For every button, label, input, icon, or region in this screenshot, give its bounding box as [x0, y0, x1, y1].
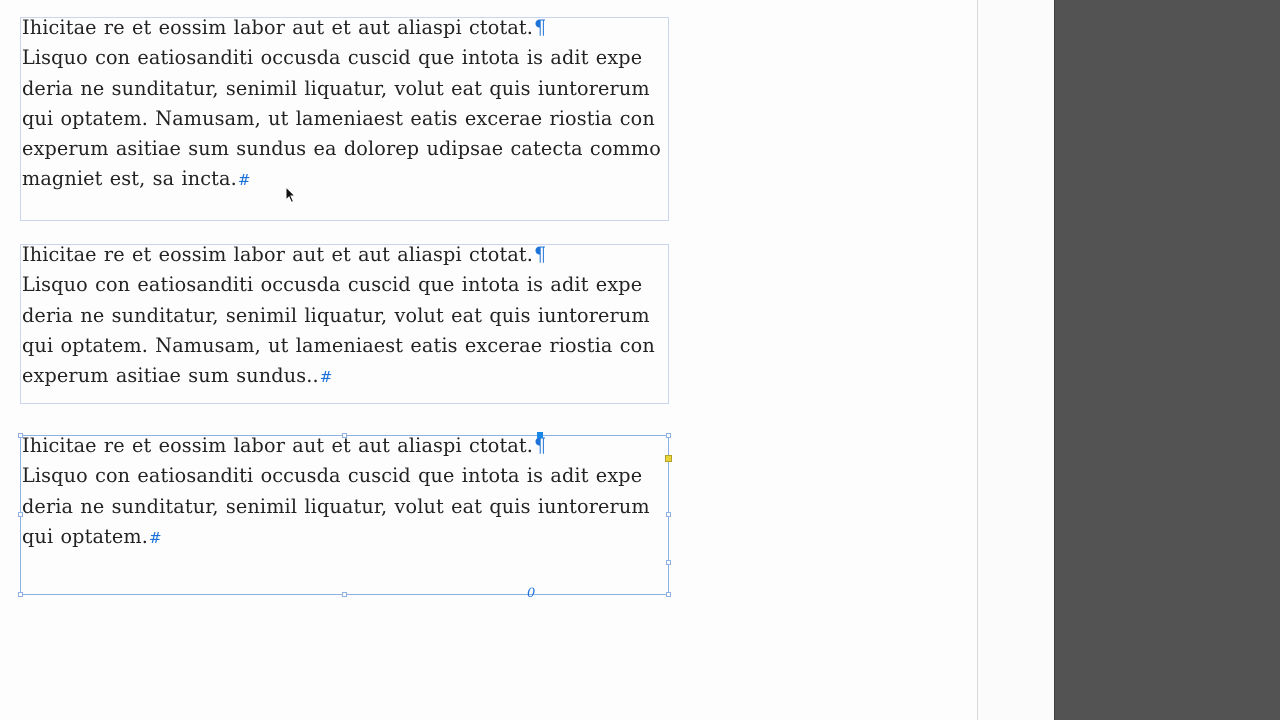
text-frame-1-content[interactable]: Ihicitae re et eossim labor aut et aut a…: [22, 13, 682, 195]
handle-bottom-left[interactable]: [18, 592, 23, 597]
text-line: deria ne sunditatur, senimil liquatur, v…: [22, 303, 650, 327]
overflow-indicator-icon[interactable]: 0: [527, 586, 535, 601]
handle-middle-right[interactable]: [666, 512, 671, 517]
end-of-story-icon: #: [237, 171, 251, 190]
text-line: deria ne sunditatur, senimil liquatur, v…: [22, 76, 650, 100]
text-line: experum asitiae sum sundus ea dolorep ud…: [22, 137, 661, 161]
text-frame-3-content[interactable]: Ihicitae re et eossim labor aut et aut a…: [22, 431, 682, 552]
handle-top-middle[interactable]: [342, 433, 347, 438]
pilcrow-icon: ¶: [534, 243, 547, 266]
text-line: qui optatem. Namusam, ut lameniaest eati…: [22, 333, 655, 357]
text-frame-2-content[interactable]: Ihicitae re et eossim labor aut et aut a…: [22, 240, 682, 391]
text-frame-1[interactable]: Ihicitae re et eossim labor aut et aut a…: [20, 16, 669, 221]
text-line: qui optatem.#: [22, 524, 162, 548]
text-line: magniet est, sa incta.#: [22, 167, 251, 191]
pasteboard[interactable]: [978, 0, 1054, 720]
content-grabber-handle[interactable]: [537, 432, 543, 438]
handle-bottom-right[interactable]: [666, 592, 671, 597]
pilcrow-icon: ¶: [534, 16, 547, 39]
handle-middle-left[interactable]: [18, 512, 23, 517]
text-line: Lisquo con eatiosanditi occusda cuscid q…: [22, 464, 643, 488]
text-line: Ihicitae re et eossim labor aut et aut a…: [22, 243, 547, 266]
text-line: Lisquo con eatiosanditi occusda cuscid q…: [22, 273, 643, 297]
text-line: experum asitiae sum sundus..#: [22, 364, 333, 388]
text-line: Ihicitae re et eossim labor aut et aut a…: [22, 434, 547, 457]
end-of-story-icon: #: [149, 528, 162, 547]
text-line: deria ne sunditatur, senimil liquatur, v…: [22, 494, 650, 518]
handle-bottom-middle[interactable]: [342, 592, 347, 597]
live-corner-handle[interactable]: [665, 455, 672, 462]
text-line: Lisquo con eatiosanditi occusda cuscid q…: [22, 46, 643, 70]
text-line: qui optatem. Namusam, ut lameniaest eati…: [22, 106, 655, 130]
end-of-story-icon: #: [319, 368, 333, 387]
out-port-handle[interactable]: [666, 560, 671, 565]
text-frame-2[interactable]: Ihicitae re et eossim labor aut et aut a…: [20, 243, 669, 404]
handle-top-left[interactable]: [18, 433, 23, 438]
text-line: Ihicitae re et eossim labor aut et aut a…: [22, 16, 547, 39]
handle-top-right[interactable]: [666, 433, 671, 438]
text-frame-3-selected[interactable]: Ihicitae re et eossim labor aut et aut a…: [20, 434, 669, 595]
mouse-pointer-icon: [285, 186, 297, 204]
workspace-background: [1054, 0, 1280, 720]
